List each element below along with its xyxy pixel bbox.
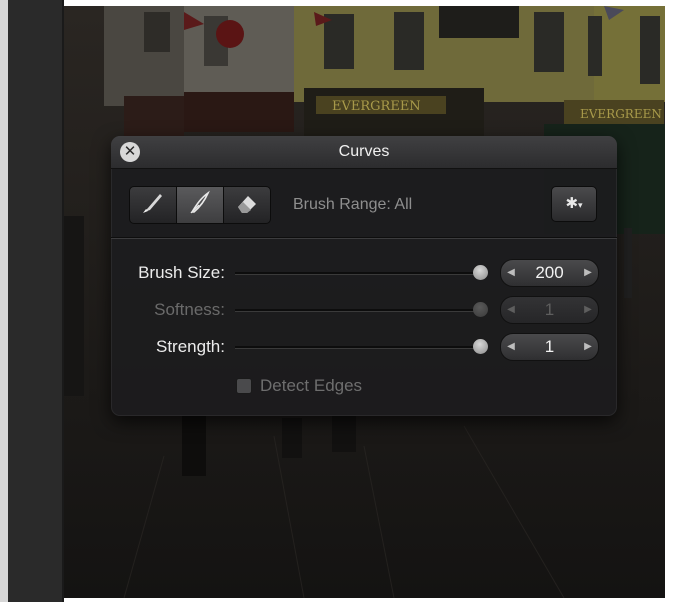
softness-row: Softness: ◀ 1 ▶ — [111, 296, 617, 324]
brush-button[interactable] — [130, 187, 177, 223]
strength-row: Strength: ◀ 1 ▶ — [111, 333, 617, 361]
close-icon[interactable]: ✕ — [120, 142, 140, 162]
softness-label: Softness: — [154, 300, 225, 319]
eraser-icon — [234, 190, 260, 221]
brush-size-label: Brush Size: — [138, 263, 225, 282]
softness-slider[interactable] — [235, 309, 481, 312]
divider — [111, 237, 617, 238]
curves-hud-panel: Curves ✕ Brush Range: All ✱▾ Brush Size:… — [111, 136, 617, 416]
brush-size-slider[interactable] — [235, 272, 481, 275]
eraser-button[interactable] — [224, 187, 270, 223]
detect-edges-checkbox[interactable] — [236, 378, 252, 394]
feather-brush-button[interactable] — [177, 187, 224, 223]
brush-size-row: Brush Size: ◀ 200 ▶ — [111, 259, 617, 287]
panel-title: Curves — [111, 136, 617, 169]
brush-type-group — [129, 186, 271, 224]
decrement-arrow-icon[interactable]: ◀ — [501, 260, 521, 286]
strength-slider[interactable] — [235, 346, 481, 349]
increment-arrow-icon[interactable]: ▶ — [578, 334, 598, 360]
brush-icon — [140, 190, 166, 221]
strength-value[interactable]: 1 — [521, 334, 578, 360]
gear-icon: ✱ — [565, 195, 579, 212]
increment-arrow-icon[interactable]: ▶ — [578, 260, 598, 286]
feather-brush-icon — [187, 190, 213, 221]
decrement-arrow-icon[interactable]: ◀ — [501, 334, 521, 360]
strength-slider-knob[interactable] — [473, 339, 488, 354]
shop-sign-1: EVERGREEN — [332, 99, 421, 114]
decrement-arrow-icon[interactable]: ◀ — [501, 297, 521, 323]
increment-arrow-icon[interactable]: ▶ — [578, 297, 598, 323]
detect-edges-label: Detect Edges — [260, 376, 363, 395]
gear-menu-button[interactable]: ✱▾ — [551, 186, 597, 222]
brush-size-value[interactable]: 200 — [521, 260, 578, 286]
brush-size-slider-knob[interactable] — [473, 265, 488, 280]
left-edge-strip — [0, 0, 8, 602]
detect-edges-option[interactable]: Detect Edges — [236, 376, 362, 396]
strength-label: Strength: — [156, 337, 225, 356]
shop-sign-2: EVERGREEN — [580, 107, 662, 121]
softness-value[interactable]: 1 — [521, 297, 578, 323]
chevron-down-icon: ▾ — [578, 200, 583, 210]
softness-slider-knob[interactable] — [473, 302, 488, 317]
left-sidebar — [8, 0, 64, 602]
strength-stepper[interactable]: ◀ 1 ▶ — [500, 333, 599, 361]
brush-range-label: Brush Range: All — [293, 196, 413, 213]
brush-size-stepper[interactable]: ◀ 200 ▶ — [500, 259, 599, 287]
softness-stepper[interactable]: ◀ 1 ▶ — [500, 296, 599, 324]
